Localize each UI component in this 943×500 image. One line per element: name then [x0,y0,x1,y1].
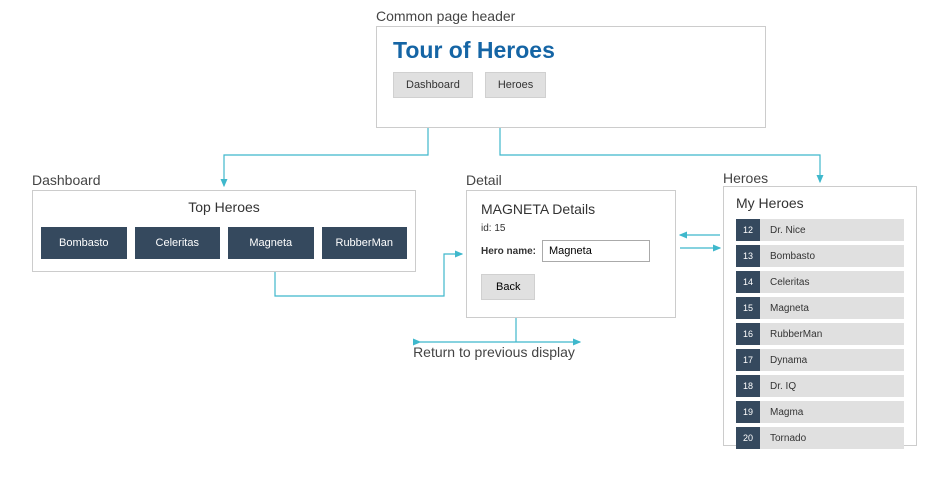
hero-card[interactable]: RubberMan [322,227,408,259]
detail-section-label: Detail [466,172,502,188]
header-panel: Tour of Heroes Dashboard Heroes [376,26,766,128]
hero-id-badge: 17 [736,349,760,371]
hero-list-item[interactable]: 17Dynama [736,349,904,371]
hero-name-input[interactable] [542,240,650,262]
hero-name: Tornado [760,433,806,444]
dashboard-panel: Top Heroes Bombasto Celeritas Magneta Ru… [32,190,416,272]
hero-name: Dynama [760,355,807,366]
hero-list-item[interactable]: 12Dr. Nice [736,219,904,241]
heroes-section-label: Heroes [723,170,768,186]
hero-name: RubberMan [760,329,822,340]
hero-name: Dr. IQ [760,381,796,392]
hero-card[interactable]: Celeritas [135,227,221,259]
heroes-panel: My Heroes 12Dr. Nice13Bombasto14Celerita… [723,186,917,446]
dashboard-section-label: Dashboard [32,172,101,188]
hero-id-badge: 13 [736,245,760,267]
nav-dashboard-button[interactable]: Dashboard [393,72,473,98]
hero-id-badge: 15 [736,297,760,319]
hero-list-item[interactable]: 16RubberMan [736,323,904,345]
hero-list: 12Dr. Nice13Bombasto14Celeritas15Magneta… [736,219,904,449]
hero-name: Magneta [760,303,809,314]
hero-id-badge: 19 [736,401,760,423]
hero-list-item[interactable]: 14Celeritas [736,271,904,293]
top-heroes-row: Bombasto Celeritas Magneta RubberMan [41,227,407,259]
hero-name: Dr. Nice [760,225,806,236]
return-label: Return to previous display [413,344,575,360]
hero-list-item[interactable]: 13Bombasto [736,245,904,267]
app-title: Tour of Heroes [393,37,749,64]
detail-panel: MAGNETA Details id: 15 Hero name: Back [466,190,676,318]
header-section-label: Common page header [376,8,515,24]
detail-title: MAGNETA Details [481,201,661,217]
hero-name: Bombasto [760,251,815,262]
hero-id-badge: 16 [736,323,760,345]
hero-card[interactable]: Magneta [228,227,314,259]
hero-id-badge: 12 [736,219,760,241]
nav-buttons: Dashboard Heroes [393,72,749,98]
hero-card[interactable]: Bombasto [41,227,127,259]
hero-name: Magma [760,407,803,418]
hero-list-item[interactable]: 18Dr. IQ [736,375,904,397]
hero-name-row: Hero name: [481,240,661,262]
hero-name: Celeritas [760,277,809,288]
hero-list-item[interactable]: 15Magneta [736,297,904,319]
hero-id-badge: 20 [736,427,760,449]
heroes-list-title: My Heroes [736,195,904,211]
hero-id-badge: 18 [736,375,760,397]
hero-list-item[interactable]: 19Magma [736,401,904,423]
dashboard-title: Top Heroes [41,199,407,215]
nav-heroes-button[interactable]: Heroes [485,72,546,98]
hero-name-label: Hero name: [481,246,536,257]
detail-id: id: 15 [481,223,661,234]
hero-list-item[interactable]: 20Tornado [736,427,904,449]
back-button[interactable]: Back [481,274,535,300]
hero-id-badge: 14 [736,271,760,293]
